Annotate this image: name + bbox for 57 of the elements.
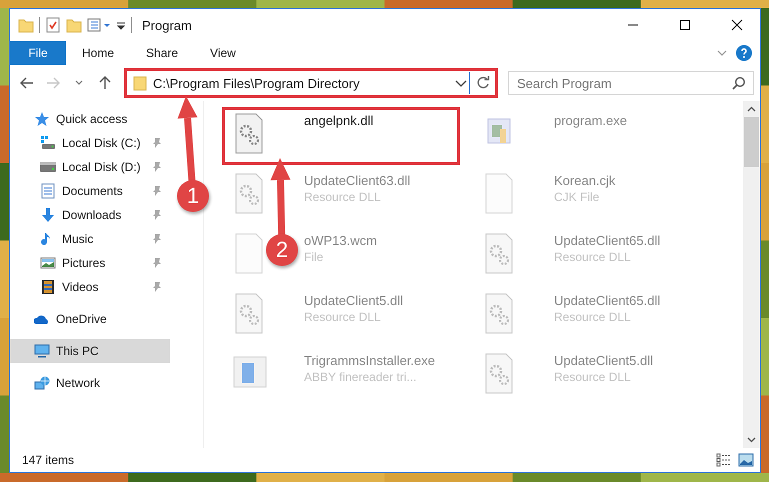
sidebar-item[interactable]: Documents	[10, 179, 170, 203]
scrollbar[interactable]	[743, 101, 760, 448]
folder-icon	[18, 17, 34, 33]
file-type: Resource DLL	[554, 250, 632, 264]
details-view-icon[interactable]	[716, 453, 732, 467]
file-type: ABBY finereader tri...	[304, 370, 418, 384]
pictures-icon	[40, 255, 56, 271]
ribbon-tab[interactable]: View	[194, 41, 252, 65]
ribbon-tab[interactable]: Share	[130, 41, 194, 65]
sidebar-item[interactable]: Local Disk (C:)	[10, 131, 170, 155]
forward-icon	[46, 77, 60, 89]
sidebar-item[interactable]: Quick access	[10, 107, 170, 131]
search-icon	[732, 76, 746, 90]
ribbon-tab[interactable]: Home	[66, 41, 130, 65]
file-type: CJK File	[554, 190, 600, 204]
properties-icon[interactable]	[87, 17, 111, 33]
scroll-thumb[interactable]	[744, 117, 759, 167]
sidebar-item[interactable]: Music	[10, 227, 170, 251]
star-icon	[34, 111, 50, 127]
checklist-icon[interactable]	[45, 17, 61, 33]
maximize-icon	[679, 19, 691, 31]
file-name[interactable]: angelpnk.dll	[304, 113, 374, 128]
network-icon	[34, 375, 50, 391]
film-strip-icon	[40, 279, 56, 295]
up-arrow-icon	[99, 76, 111, 90]
sidebar-item[interactable]: Pictures	[10, 251, 170, 275]
sidebar-item[interactable]: This PC	[10, 339, 170, 363]
file-type: Resource DLL	[304, 190, 382, 204]
sidebar-item[interactable]: Videos	[10, 275, 170, 299]
file-type: Resource DLL	[304, 310, 382, 324]
address-bar[interactable]: C:\Program Files\Program Directory	[124, 68, 498, 98]
drive-icon	[40, 135, 56, 151]
file-item[interactable]: angelpnk.dll	[222, 107, 460, 165]
monitor-icon	[34, 343, 50, 359]
search-field[interactable]: Search Program	[508, 71, 754, 95]
refresh-icon	[476, 76, 490, 90]
scroll-down-icon[interactable]	[747, 437, 756, 443]
ribbon-tab[interactable]: File	[10, 41, 66, 65]
sidebar-item[interactable]: Local Disk (D:)	[10, 155, 170, 179]
back-icon	[20, 77, 34, 89]
download-icon	[40, 207, 56, 223]
caret-icon	[75, 80, 83, 86]
file-type: Resource DLL	[554, 310, 632, 324]
scroll-up-icon[interactable]	[747, 106, 756, 112]
item-count: 147 items	[22, 453, 74, 467]
file-type: File	[304, 250, 324, 264]
file-type: Resource DLL	[554, 370, 632, 384]
window-title: Program	[142, 18, 192, 32]
help-icon[interactable]	[736, 45, 752, 61]
sidebar-item[interactable]: OneDrive	[10, 307, 170, 331]
folder-icon	[133, 75, 147, 91]
large-icons-view-icon[interactable]	[738, 453, 754, 467]
drive-icon	[40, 159, 56, 175]
close-icon	[731, 19, 743, 31]
sidebar-item[interactable]: Downloads	[10, 203, 170, 227]
sidebar-item[interactable]: Network	[10, 371, 170, 395]
document-icon	[40, 183, 56, 199]
